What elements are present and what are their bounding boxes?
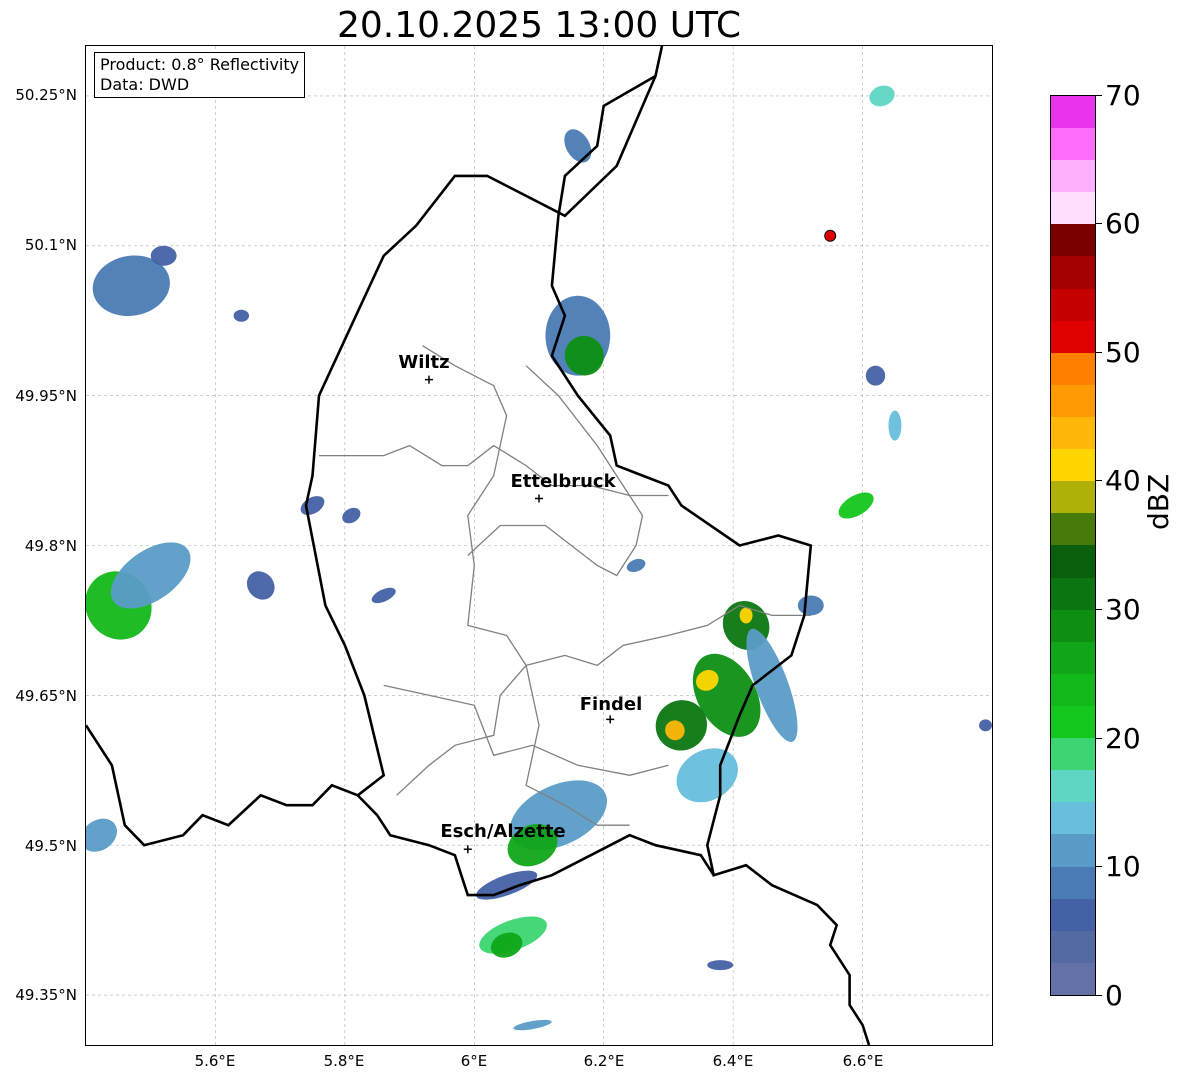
colorbar-tick (1096, 866, 1102, 867)
radar-site-marker (824, 229, 837, 242)
reflectivity-cell (626, 558, 646, 573)
map-canvas (86, 46, 992, 1045)
colorbar-swatch (1051, 706, 1095, 739)
reflectivity-cell (342, 507, 361, 524)
colorbar-tick (1096, 480, 1102, 481)
lat-tick-label: 49.8°N (24, 537, 77, 555)
colorbar-tick-label: 70 (1105, 79, 1141, 112)
lat-tick-label: 49.5°N (24, 837, 77, 855)
lat-tick-label: 49.35°N (15, 986, 77, 1004)
colorbar-swatch (1051, 866, 1095, 899)
reflectivity-cell (979, 719, 992, 732)
reflectivity-cell (838, 492, 874, 519)
reflectivity-cell (513, 1019, 552, 1031)
colorbar-swatch (1051, 192, 1095, 225)
reflectivity-cell (739, 607, 753, 624)
colorbar-tick (1096, 95, 1102, 96)
colorbar-swatch (1051, 384, 1095, 418)
reflectivity-cell (246, 571, 275, 600)
colorbar-swatch (1051, 128, 1095, 161)
data-source-label: Data: DWD (100, 75, 190, 94)
city-marker (463, 845, 472, 854)
lon-tick-label: 6.6°E (842, 1052, 884, 1070)
colorbar-swatch (1051, 417, 1095, 450)
lat-tick-label: 49.95°N (15, 387, 77, 405)
colorbar-swatch (1051, 898, 1095, 931)
product-label: Product: 0.8° Reflectivity (100, 55, 300, 74)
colorbar-swatch (1051, 352, 1095, 385)
colorbar-tick-label: 20 (1105, 722, 1141, 755)
colorbar-swatch (1051, 449, 1095, 482)
colorbar-tick (1096, 995, 1102, 996)
city-label-wiltz: Wiltz (398, 352, 450, 373)
colorbar-swatch (1051, 673, 1095, 707)
city-marker (606, 715, 615, 724)
colorbar-swatch (1051, 481, 1095, 514)
colorbar-tick-label: 0 (1105, 979, 1123, 1012)
colorbar (1050, 95, 1096, 996)
reflectivity-cell (869, 85, 895, 107)
colorbar-swatch (1051, 95, 1095, 129)
colorbar-swatch (1051, 962, 1095, 995)
city-label-findel: Findel (579, 694, 643, 715)
colorbar-tick-label: 30 (1105, 593, 1141, 626)
lat-tick-label: 50.25°N (15, 86, 77, 104)
city-marker (535, 494, 543, 503)
colorbar-swatch (1051, 320, 1095, 353)
colorbar-tick-label: 60 (1105, 207, 1141, 240)
colorbar-swatch (1051, 545, 1095, 578)
colorbar-tick (1096, 738, 1102, 739)
colorbar-swatch (1051, 513, 1095, 546)
lat-tick-label: 49.65°N (15, 687, 77, 705)
colorbar-swatch (1051, 160, 1095, 193)
colorbar-swatch (1051, 288, 1095, 321)
reflectivity-cell (707, 960, 734, 971)
reflectivity-cell (300, 496, 325, 516)
lon-tick-label: 6.4°E (712, 1052, 754, 1070)
colorbar-swatch (1051, 256, 1095, 289)
colorbar-swatch (1051, 224, 1095, 257)
map-title: 20.10.2025 13:00 UTC (336, 5, 742, 46)
lon-tick-label: 5.8°E (323, 1052, 365, 1070)
colorbar-swatch (1051, 802, 1095, 835)
lon-tick-label: 5.6°E (194, 1052, 236, 1070)
reflectivity-cell (476, 870, 538, 900)
reflectivity-cell (371, 587, 396, 604)
reflectivity-cell (86, 818, 118, 852)
reflectivity-cell (150, 245, 177, 266)
country-boundary (86, 724, 715, 897)
colorbar-swatch (1051, 577, 1095, 610)
colorbar-tick (1096, 223, 1102, 224)
canton-boundary (396, 664, 527, 796)
colorbar-swatch (1051, 738, 1095, 771)
lat-tick-label: 50.1°N (24, 236, 77, 254)
colorbar-tick-label: 40 (1105, 464, 1141, 497)
colorbar-unit-label: dBZ (1142, 473, 1175, 530)
colorbar-tick-label: 10 (1105, 850, 1141, 883)
radar-map[interactable] (85, 45, 993, 1046)
city-label-esch-alzette: Esch/Alzette (440, 821, 566, 842)
reflectivity-cell (564, 129, 592, 163)
city-label-ettelbruck: Ettelbruck (510, 471, 616, 492)
colorbar-swatch (1051, 930, 1095, 963)
colorbar-swatch (1051, 834, 1095, 867)
colorbar-swatch (1051, 770, 1095, 803)
lon-tick-label: 6°E (460, 1052, 488, 1070)
country-boundary (304, 75, 657, 797)
colorbar-tick (1096, 609, 1102, 610)
colorbar-swatch (1051, 609, 1095, 642)
colorbar-swatch (1051, 641, 1095, 674)
product-info-box: Product: 0.8° Reflectivity Data: DWD (94, 52, 306, 98)
colorbar-tick (1096, 352, 1102, 353)
reflectivity-cell (233, 309, 250, 322)
lon-tick-label: 6.2°E (583, 1052, 625, 1070)
reflectivity-cell (797, 595, 824, 616)
colorbar-tick-label: 50 (1105, 336, 1141, 369)
reflectivity-cell (888, 410, 902, 441)
canton-boundary (319, 444, 669, 497)
reflectivity-cell (865, 365, 886, 386)
city-marker (424, 375, 433, 384)
